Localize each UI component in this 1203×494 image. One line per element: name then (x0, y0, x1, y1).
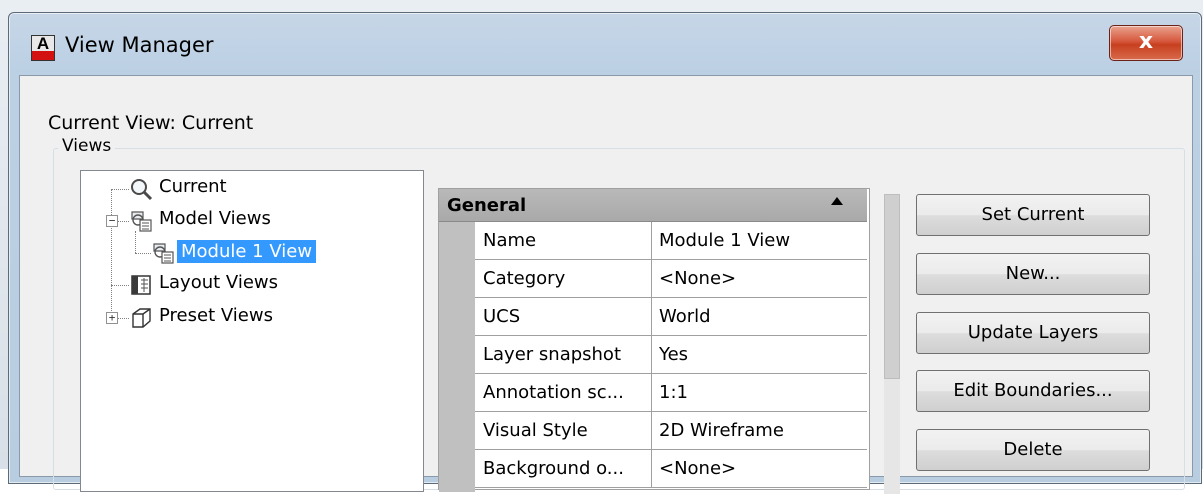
view-manager-dialog: A View Manager x Current View: Current V… (8, 12, 1202, 494)
magnifier-icon (131, 179, 153, 201)
property-row[interactable]: Layer snapshot Yes (475, 336, 867, 374)
update-layers-button[interactable]: Update Layers (916, 312, 1150, 354)
cube-icon (132, 308, 151, 328)
views-group-label: Views (58, 136, 116, 156)
model-views-icon (131, 211, 152, 232)
tree-item-label: Preset Views (159, 305, 273, 326)
property-name: UCS (483, 298, 652, 335)
dialog-client-area: Current View: Current Views Current − Mo… (19, 75, 1193, 494)
property-row[interactable]: UCS World (475, 298, 867, 336)
property-name: Layer snapshot (483, 336, 652, 373)
property-value[interactable]: <None> (659, 260, 859, 297)
tree-item-label: Layout Views (159, 272, 279, 293)
section-title: General (447, 195, 527, 216)
property-value[interactable]: World (659, 298, 859, 335)
property-gutter (439, 222, 475, 492)
new-button[interactable]: New... (916, 253, 1150, 295)
close-icon: x (1138, 29, 1154, 54)
window-title: View Manager (65, 33, 214, 57)
layout-views-icon (131, 275, 151, 295)
property-value[interactable]: 1:1 (659, 374, 859, 411)
property-name: Name (483, 222, 652, 259)
property-row[interactable]: Visual Style 2D Wireframe (475, 412, 867, 450)
edit-boundaries-button[interactable]: Edit Boundaries... (916, 370, 1150, 412)
tree-item-label: Module 1 View (177, 240, 317, 263)
property-value[interactable]: 2D Wireframe (659, 412, 859, 449)
expand-toggle-preset-views[interactable]: + (106, 312, 118, 324)
delete-button[interactable]: Delete (916, 429, 1150, 471)
autocad-app-icon: A (31, 34, 55, 61)
property-value[interactable]: Module 1 View (659, 222, 859, 259)
tree-item-label: Current (159, 176, 227, 197)
collapse-up-icon[interactable] (831, 197, 843, 205)
current-view-label: Current View: Current (48, 112, 254, 134)
set-current-button[interactable]: Set Current (916, 194, 1150, 236)
collapse-toggle-model-views[interactable]: − (106, 215, 118, 227)
tree-item-label: Model Views (159, 208, 271, 229)
views-tree[interactable]: Current − Model Views Module 1 View Layo… (80, 170, 424, 492)
property-name: Annotation sc... (483, 374, 652, 411)
property-row[interactable]: Category <None> (475, 260, 867, 298)
title-bar[interactable]: A View Manager x (9, 13, 1201, 75)
properties-scrollbar[interactable] (884, 194, 900, 494)
property-row[interactable]: Background o... <None> (475, 450, 867, 488)
property-value[interactable]: Yes (659, 336, 859, 373)
property-row[interactable]: Name Module 1 View (475, 222, 867, 260)
scrollbar-thumb[interactable] (884, 194, 900, 379)
property-row[interactable]: Annotation sc... 1:1 (475, 374, 867, 412)
model-view-icon (153, 243, 174, 264)
property-name: Category (483, 260, 652, 297)
view-properties-grid[interactable]: General Name Module 1 View Category <Non… (438, 188, 870, 492)
property-name: Visual Style (483, 412, 652, 449)
close-button[interactable]: x (1109, 25, 1183, 61)
general-section-header[interactable]: General (439, 189, 867, 222)
